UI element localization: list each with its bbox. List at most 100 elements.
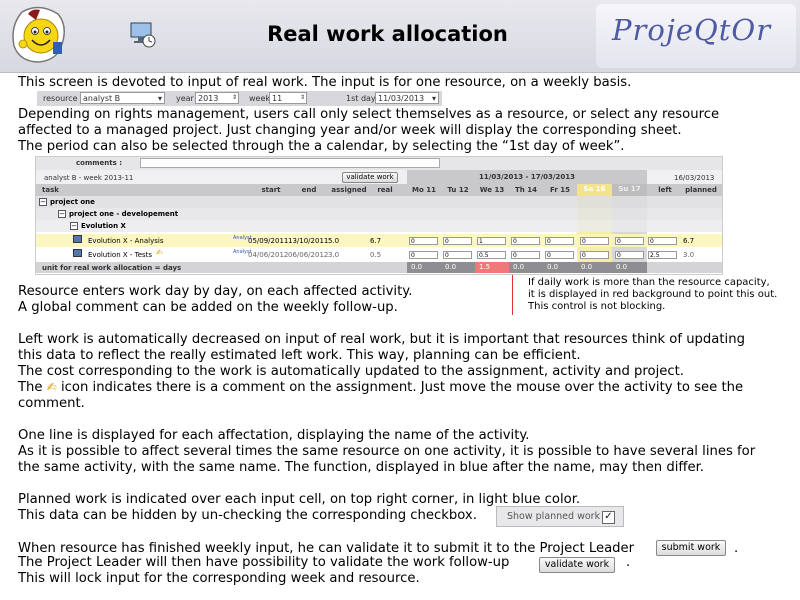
week-title: analyst B - week 2013-11 [44,174,134,182]
col-planned: planned [682,185,720,195]
collapse-icon[interactable]: − [70,222,78,230]
collapse-icon[interactable]: − [58,210,66,218]
first-day-label: 1st day [346,94,376,103]
brand-logo-text: ProjeQtOr [612,13,772,47]
submit-work-button[interactable]: submit work [656,540,726,556]
work-input[interactable]: 0 [615,237,644,245]
assignment-icon [73,235,82,243]
end-date: 06/06/2012 [288,251,329,259]
validated-date: 16/03/2013 [674,174,715,182]
work-input[interactable]: 0 [545,251,574,259]
work-input[interactable]: 0 [580,237,609,245]
intro-line-2: Depending on rights management, users ca… [18,107,720,122]
col-day: Tu 12 [441,185,475,195]
spinner-arrows-icon[interactable]: ⇕ [300,92,305,104]
mascot-logo-icon [12,6,65,63]
work-input[interactable]: 0 [443,251,472,259]
body-line: The cost corresponding to the work is au… [18,364,684,379]
week-value: 11 [272,94,283,103]
comment-hand-icon: ✍ [46,380,57,394]
intro-line-3: affected to a managed project. Just chan… [18,123,682,138]
col-day: Mo 11 [407,185,441,195]
activity-name: Evolution X - Tests [88,251,153,259]
assignment-icon [73,249,82,257]
work-input[interactable]: 0.5 [477,251,506,259]
validate-work-button[interactable]: validate work [539,557,615,573]
body-line: Left work is automatically decreased on … [18,332,745,347]
show-planned-label: Show planned work [507,511,601,522]
first-day-date-picker[interactable]: 11/03/2013 ▾ [375,92,439,104]
resource-label: resource [43,94,78,103]
body-line: The Project Leader will then have possib… [18,555,510,570]
body-text: The [18,380,43,395]
left-work-input[interactable]: 2.5 [648,251,677,259]
project-name: project one [50,198,95,206]
chevron-down-icon[interactable]: ▾ [432,93,436,105]
end-date: 13/10/2011 [288,237,329,245]
table-row [36,220,722,232]
day-total: 0.0 [509,262,543,273]
left-work-input[interactable]: 0 [648,237,677,245]
real-value: 6.7 [370,237,382,245]
comment-input[interactable] [140,158,440,168]
period-label: 11/03/2013 - 17/03/2013 [407,170,647,184]
body-line: The ✍ icon indicates there is a comment … [18,380,743,396]
body-line: the same activity, with the same name. T… [18,460,704,475]
body-line: One line is displayed for each affectati… [18,428,530,443]
day-total: 0.0 [441,262,475,273]
collapse-icon[interactable]: − [39,198,47,206]
work-input[interactable]: 0 [409,237,438,245]
body-line: A global comment can be added on the wee… [18,300,398,315]
planned-value: 6.7 [683,237,695,245]
spinner-arrows-icon[interactable]: ⇕ [232,92,237,104]
week-label: week [249,94,271,103]
work-input[interactable]: 0 [511,237,540,245]
annotation-pointer-line [512,275,513,315]
capacity-annotation: If daily work is more than the resource … [528,277,777,313]
chevron-down-icon[interactable]: ▾ [158,93,162,105]
assigned-value: 5.0 [328,237,340,245]
body-line: Resource enters work day by day, on each… [18,284,413,299]
work-input[interactable]: 0 [615,251,644,259]
annotation-line: If daily work is more than the resource … [528,277,770,288]
show-planned-checkbox[interactable]: ✓ [602,511,615,524]
year-label: year [176,94,194,103]
activity-name: Evolution X - Analysis [88,237,164,245]
col-left: left [648,185,682,195]
resource-select[interactable]: analyst B ▾ [80,92,165,104]
col-day: Fr 15 [543,185,577,195]
intro-line-4: The period can also be selected through … [18,139,625,154]
resource-value: analyst B [83,94,121,103]
validate-work-button[interactable]: validate work [342,172,398,183]
col-real: real [370,185,400,195]
col-day: We 13 [475,185,509,195]
work-input[interactable]: 0 [511,251,540,259]
col-assigned: assigned [330,185,368,195]
work-input[interactable]: 0 [545,237,574,245]
assigned-value: 3.0 [328,251,340,259]
day-total: 0.0 [577,262,612,273]
col-task: task [42,186,59,194]
real-work-sheet: comments : analyst B - week 2013-11 vali… [35,156,723,275]
work-input[interactable]: 1 [477,237,506,245]
show-planned-work-toggle[interactable]: Show planned work ✓ [496,506,624,527]
work-input[interactable]: 0 [443,237,472,245]
comment-hand-icon[interactable]: ✍ [156,248,163,258]
work-input[interactable]: 0 [580,251,609,259]
body-line: This will lock input for the correspondi… [18,571,420,586]
week-spinner[interactable]: 11 ⇕ [269,92,307,104]
punctuation: . [626,555,631,570]
year-spinner[interactable]: 2013 ⇕ [195,92,239,104]
day-total: 0.0 [543,262,577,273]
col-start: start [256,185,286,195]
real-work-screen-icon [130,22,156,48]
planned-value: 3.0 [683,251,695,259]
real-value: 0.5 [370,251,382,259]
intro-line-1: This screen is devoted to input of real … [18,75,632,90]
body-line: comment. [18,396,85,411]
work-input[interactable]: 0 [409,251,438,259]
body-line: This data can be hidden by un-checking t… [18,508,477,523]
annotation-line: it is displayed in red background to poi… [528,289,778,300]
start-date: 05/09/2011 [248,237,289,245]
activity-group-name: Evolution X [81,222,126,230]
